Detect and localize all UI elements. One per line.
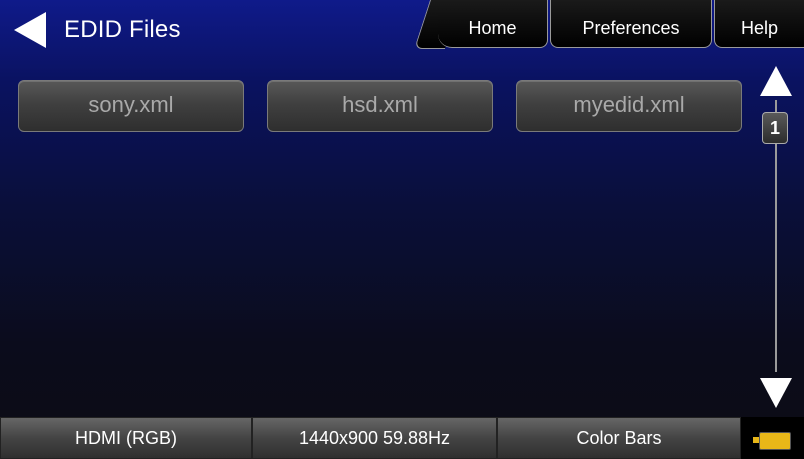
battery-indicator bbox=[741, 417, 804, 459]
file-button-hsd[interactable]: hsd.xml bbox=[267, 80, 493, 132]
tab-help[interactable]: Help bbox=[714, 0, 804, 48]
tab-preferences[interactable]: Preferences bbox=[550, 0, 712, 48]
page-title: EDID Files bbox=[64, 16, 181, 43]
status-interface[interactable]: HDMI (RGB) bbox=[0, 417, 252, 459]
back-button[interactable] bbox=[12, 10, 48, 50]
scroll-down-icon bbox=[760, 378, 792, 408]
file-button-sony[interactable]: sony.xml bbox=[18, 80, 244, 132]
status-bar: HDMI (RGB) 1440x900 59.88Hz Color Bars bbox=[0, 417, 804, 459]
tab-home[interactable]: Home bbox=[438, 0, 548, 48]
scroll-down-button[interactable] bbox=[758, 376, 794, 410]
scroll-up-button[interactable] bbox=[758, 64, 794, 98]
back-arrow-icon bbox=[14, 12, 46, 48]
top-bar: EDID Files Home Preferences Help bbox=[0, 0, 804, 58]
battery-icon bbox=[759, 432, 791, 450]
scroll-up-icon bbox=[760, 66, 792, 96]
status-timing[interactable]: 1440x900 59.88Hz bbox=[252, 417, 497, 459]
page-indicator: 1 bbox=[762, 112, 788, 144]
status-image[interactable]: Color Bars bbox=[497, 417, 741, 459]
file-button-myedid[interactable]: myedid.xml bbox=[516, 80, 742, 132]
